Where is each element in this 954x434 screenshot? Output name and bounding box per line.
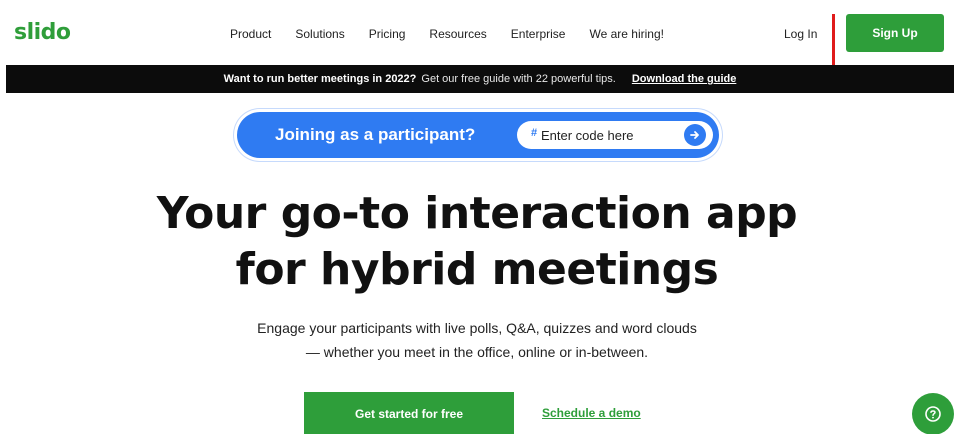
- hero-title-line-2: for hybrid meetings: [235, 244, 719, 295]
- hero-title-line-1: Your go-to interaction app: [156, 188, 798, 239]
- participant-label: Joining as a participant?: [275, 125, 476, 144]
- join-button[interactable]: [684, 124, 706, 146]
- nav-item-product[interactable]: Product: [230, 27, 271, 41]
- arrow-right-icon: [690, 131, 699, 139]
- nav-item-enterprise[interactable]: Enterprise: [511, 27, 566, 41]
- signup-button[interactable]: Sign Up: [846, 14, 944, 52]
- nav-item-solutions[interactable]: Solutions: [295, 27, 344, 41]
- hero-subtitle-line-2: — whether you meet in the office, online…: [305, 344, 649, 360]
- nav-item-pricing[interactable]: Pricing: [369, 27, 406, 41]
- event-code-box: #: [517, 121, 713, 149]
- nav-links: Product Solutions Pricing Resources Ente…: [230, 27, 688, 41]
- nav-item-hiring[interactable]: We are hiring!: [589, 27, 663, 41]
- participant-join-bar: Joining as a participant? #: [237, 112, 719, 158]
- signup-highlight-box: Sign Up: [832, 14, 954, 68]
- hero-title: Your go-to interaction app for hybrid me…: [0, 186, 954, 298]
- login-link[interactable]: Log In: [784, 27, 817, 41]
- hero-subtitle: Engage your participants with live polls…: [0, 316, 954, 364]
- announcement-bar: Want to run better meetings in 2022? Get…: [6, 65, 954, 93]
- download-guide-link[interactable]: Download the guide: [632, 73, 737, 85]
- help-icon: [925, 406, 941, 422]
- schedule-demo-link[interactable]: Schedule a demo: [542, 406, 641, 420]
- top-navigation: slido Product Solutions Pricing Resource…: [0, 14, 954, 68]
- announcement-headline: Want to run better meetings in 2022?: [223, 73, 417, 85]
- get-started-button[interactable]: Get started for free: [304, 392, 514, 434]
- event-code-input[interactable]: [541, 125, 671, 145]
- slido-logo[interactable]: slido: [14, 20, 71, 45]
- page: slido Product Solutions Pricing Resource…: [0, 0, 954, 434]
- nav-item-resources[interactable]: Resources: [429, 27, 486, 41]
- hero-subtitle-line-1: Engage your participants with live polls…: [257, 320, 697, 336]
- hash-icon: #: [531, 127, 538, 139]
- help-button[interactable]: [912, 393, 954, 434]
- announcement-text: Get our free guide with 22 powerful tips…: [421, 73, 616, 85]
